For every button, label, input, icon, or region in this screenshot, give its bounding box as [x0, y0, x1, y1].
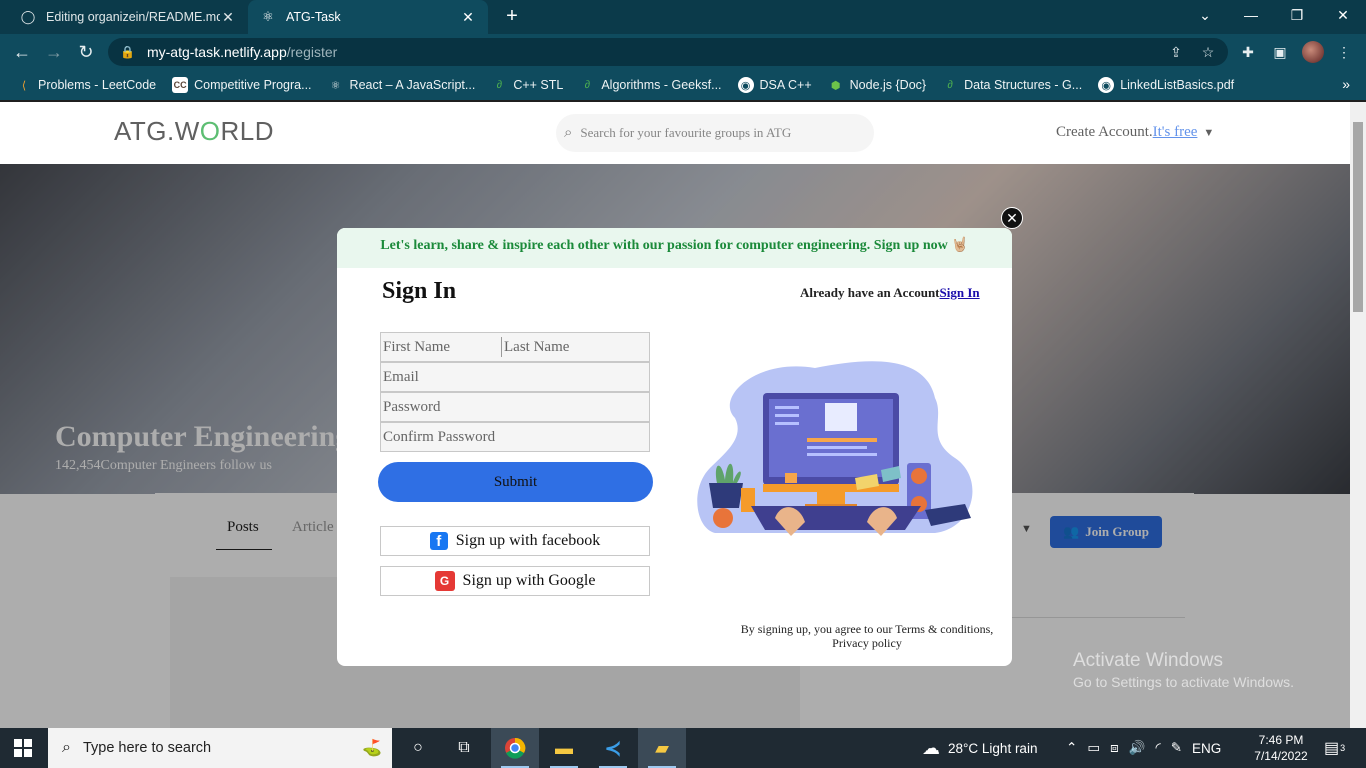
bookmark-item[interactable]: ⚛ React – A JavaScript... [328, 77, 476, 93]
windows-start-icon[interactable] [14, 739, 32, 757]
task-view-icon[interactable]: ⧉ [440, 728, 488, 768]
react-icon: ⚛ [262, 9, 274, 24]
bookmark-item[interactable]: CC Competitive Progra... [172, 77, 312, 93]
close-tab-icon[interactable]: ✕ [460, 9, 476, 26]
activate-windows-watermark: Activate Windows Go to Settings to activ… [1073, 650, 1294, 690]
url-path: /register [286, 44, 338, 60]
vscode-icon[interactable]: ≺ [589, 728, 637, 768]
golf-search-highlight-icon: ⛳ [362, 740, 382, 757]
bookmark-item[interactable]: ⬢ Node.js {Doc} [828, 77, 926, 93]
submit-button[interactable]: Submit [378, 462, 653, 502]
weather-widget[interactable]: ☁ 28°C Light rain [922, 728, 1037, 768]
menu-icon[interactable]: ⋮ [1334, 42, 1354, 62]
nodejs-icon: ⬢ [830, 79, 841, 92]
name-fields: First Name Last Name [380, 332, 650, 362]
pen-icon[interactable]: ✎ [1171, 740, 1182, 756]
react-icon: ⚛ [330, 79, 341, 92]
taskbar-clock[interactable]: 7:46 PM 7/14/2022 [1250, 732, 1312, 764]
restore-button[interactable]: ❐ [1274, 0, 1320, 34]
bookmark-item[interactable]: ∂ Algorithms - Geeksf... [579, 77, 722, 93]
url-host: my-atg-task.netlify.app [146, 44, 287, 60]
modal-close-button[interactable]: ✕ [1001, 207, 1023, 229]
chrome-app-icon[interactable] [491, 728, 539, 768]
profile-avatar[interactable] [1302, 41, 1324, 63]
facebook-icon: f [429, 532, 448, 550]
modal-banner: Let's learn, share & inspire each other … [337, 228, 1012, 268]
bookmark-item[interactable]: ◉ LinkedListBasics.pdf [1098, 77, 1234, 93]
cloud-rain-icon: ☁ [922, 737, 940, 758]
signup-modal: Let's learn, share & inspire each other … [337, 228, 1012, 666]
google-icon: G [434, 571, 455, 591]
wifi-icon[interactable]: ◜ [1155, 740, 1160, 756]
bookmark-item[interactable]: ∂ Data Structures - G... [942, 77, 1082, 93]
first-name-field[interactable]: First Name [383, 333, 501, 361]
bookmark-star-icon[interactable]: ☆ [1198, 42, 1218, 62]
computer-illustration [697, 361, 973, 536]
tab-title: Editing organizein/README.md a [46, 10, 220, 24]
email-field[interactable]: Email [380, 362, 650, 392]
file-manager-icon[interactable]: ▰ [638, 728, 686, 768]
have-account-text: Already have an AccountSign In [800, 285, 980, 300]
sign-in-link[interactable]: Sign In [940, 285, 980, 300]
new-tab-button[interactable]: + [500, 5, 524, 29]
close-tab-icon[interactable]: ✕ [220, 9, 236, 26]
system-tray: ⌃ ▭ ⧈ 🔊 ◜ ✎ ENG [1066, 728, 1221, 768]
lock-icon[interactable]: 🔒 [120, 45, 135, 59]
google-signup-button[interactable]: G Sign up with Google [380, 566, 650, 596]
modal-backdrop-header [0, 102, 1350, 164]
cortana-icon[interactable]: ○ [394, 728, 442, 768]
bookmarks-bar: ⟨ Problems - LeetCode CC Competitive Progr… [0, 70, 1366, 100]
notifications-icon[interactable]: ▤ 3 [1324, 728, 1345, 768]
battery-icon[interactable]: ▭ [1087, 740, 1100, 756]
side-panel-icon[interactable]: ▣ [1270, 42, 1290, 62]
bookmark-item[interactable]: ◉ DSA C++ [737, 77, 812, 93]
language-indicator[interactable]: ENG [1192, 741, 1221, 756]
reload-icon[interactable]: ↻ [74, 40, 98, 64]
password-field[interactable]: Password [380, 392, 650, 422]
browser-toolbar: ← → ↻ 🔒 my-atg-task.netlify.app/register… [0, 34, 1366, 70]
back-icon[interactable]: ← [10, 40, 34, 64]
modal-title: Sign In [382, 278, 457, 304]
browser-tab-strip: ◯ Editing organizein/README.md a ✕ ⚛ ATG… [0, 0, 1366, 34]
network-icon[interactable]: ⧈ [1110, 740, 1119, 756]
tab-editing-readme[interactable]: ◯ Editing organizein/README.md a ✕ [8, 0, 248, 34]
globe-icon: ◉ [737, 77, 754, 93]
window-close-button[interactable]: ✕ [1320, 0, 1366, 34]
terms-text: By signing up, you agree to our Terms & … [740, 622, 994, 650]
file-explorer-icon[interactable]: ▬ [540, 728, 588, 768]
extensions-icon[interactable]: ✚ [1238, 42, 1258, 62]
confirm-password-field[interactable]: Confirm Password [380, 422, 650, 452]
bookmark-item[interactable]: ∂ C++ STL [491, 77, 564, 93]
gfg-icon: ∂ [496, 79, 503, 91]
last-name-field[interactable]: Last Name [501, 337, 569, 357]
volume-icon[interactable]: 🔊 [1129, 740, 1146, 756]
chevron-up-icon[interactable]: ⌃ [1066, 740, 1077, 756]
page-scrollbar[interactable] [1350, 102, 1366, 728]
codechef-icon: CC [172, 77, 189, 93]
tab-title: ATG-Task [286, 10, 341, 24]
scrollbar-thumb[interactable] [1353, 122, 1363, 312]
chrome-icon [505, 737, 526, 759]
address-bar[interactable]: 🔒 my-atg-task.netlify.app/register [108, 38, 1228, 66]
globe-icon: ◉ [1098, 77, 1115, 93]
gfg-icon: ∂ [584, 79, 591, 91]
gfg-icon: ∂ [947, 79, 953, 91]
taskbar-search-input[interactable]: ⌕ Type here to search ⛳ [48, 728, 392, 768]
windows-taskbar: ⌕ Type here to search ⛳ ○ ⧉ ▬ ≺ ▰ ☁ 28°C… [0, 728, 1366, 768]
forward-icon[interactable]: → [42, 40, 66, 64]
tab-search-icon[interactable]: ⌄ [1182, 0, 1228, 34]
leetcode-icon: ⟨ [21, 79, 27, 92]
more-bookmarks-icon[interactable]: » [1342, 76, 1350, 92]
bookmark-item[interactable]: ⟨ Problems - LeetCode [16, 77, 156, 93]
tab-atg-task[interactable]: ⚛ ATG-Task ✕ [248, 0, 488, 34]
page-viewport: ATG.WORLD ⌕ Search for your favourite gr… [0, 102, 1350, 728]
search-icon: ⌕ [62, 739, 71, 756]
github-icon: ◯ [20, 9, 36, 24]
minimize-button[interactable]: — [1228, 0, 1274, 34]
facebook-signup-button[interactable]: f Sign up with facebook [380, 526, 650, 556]
share-icon[interactable]: ⇪ [1166, 42, 1186, 62]
